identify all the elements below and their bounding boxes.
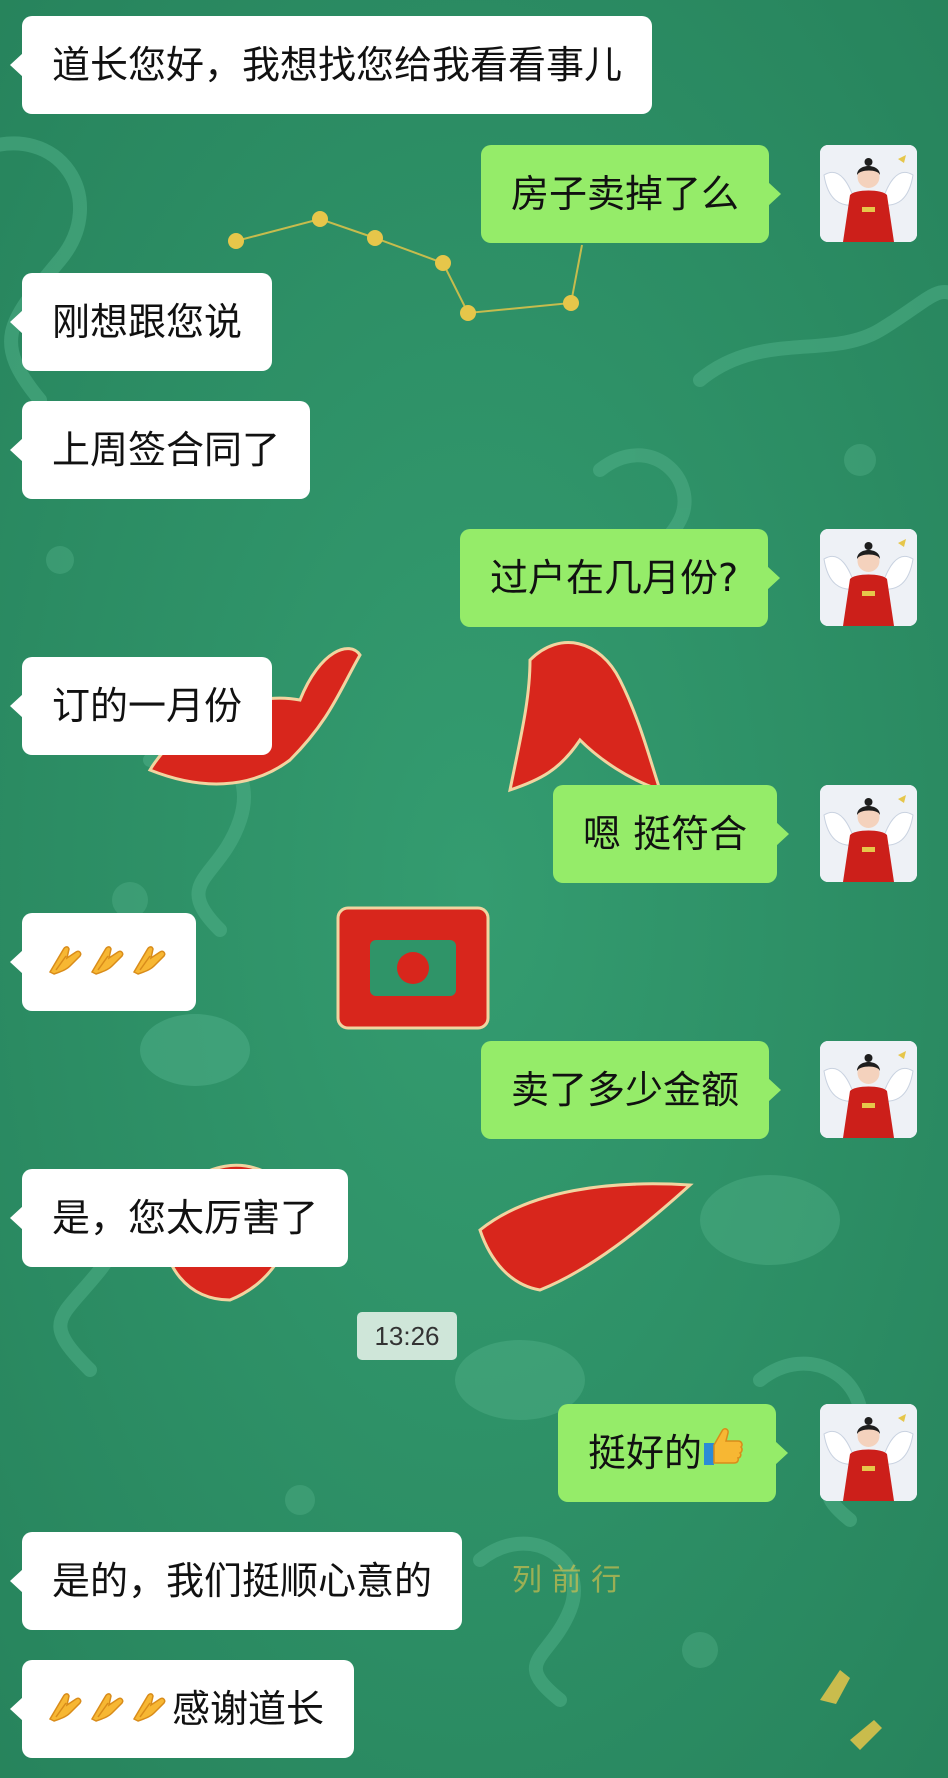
folded-hands-icon (130, 1663, 172, 1761)
message-text: 道长您好，我想找您给我看看事儿 (52, 43, 623, 87)
user-avatar[interactable] (820, 785, 917, 882)
folded-hands-icon (88, 1663, 130, 1761)
message-text: 上周签合同了 (52, 428, 281, 472)
message-text: 是的，我们挺顺心意的 (52, 1559, 433, 1603)
message-text: 订的一月份 (52, 684, 243, 728)
user-avatar[interactable] (820, 529, 917, 626)
folded-hands-icon (46, 1663, 88, 1761)
folded-hands-icon (130, 916, 172, 1014)
user-avatar[interactable] (820, 1404, 917, 1501)
outgoing-message[interactable]: 房子卖掉了么 (481, 145, 782, 243)
outgoing-message[interactable]: 挺好的 (558, 1404, 789, 1505)
message-text: 是，您太厉害了 (52, 1196, 319, 1240)
message-text: 挺好的 (588, 1431, 703, 1475)
incoming-message[interactable] (10, 913, 196, 1014)
message-text: 卖了多少金额 (511, 1068, 740, 1112)
outgoing-message[interactable]: 嗯 挺符合 (553, 785, 790, 883)
incoming-message[interactable]: 刚想跟您说 (9, 273, 273, 371)
wallpaper-caption: 列 前 行 (512, 1563, 621, 1598)
message-text: 感谢道长 (172, 1687, 325, 1731)
outgoing-message[interactable]: 过户在几月份? (460, 529, 781, 627)
user-avatar[interactable] (820, 145, 917, 242)
folded-hands-icon (46, 916, 88, 1014)
message-text: 嗯 挺符合 (583, 812, 748, 856)
message-timestamp: 13:26 (357, 1312, 457, 1360)
user-avatar[interactable] (820, 1041, 917, 1138)
incoming-message[interactable]: 感谢道长 (9, 1660, 355, 1761)
incoming-message[interactable]: 道长您好，我想找您给我看看事儿 (9, 16, 653, 114)
chat-wallpaper: 列 前 行 (0, 0, 948, 1778)
message-text: 房子卖掉了么 (511, 172, 740, 216)
message-text: 过户在几月份? (490, 556, 739, 600)
incoming-message[interactable]: 是，您太厉害了 (9, 1169, 349, 1267)
incoming-message[interactable]: 上周签合同了 (9, 401, 311, 499)
incoming-message[interactable]: 是的，我们挺顺心意的 (9, 1532, 463, 1630)
outgoing-message[interactable]: 卖了多少金额 (481, 1041, 782, 1139)
folded-hands-icon (88, 916, 130, 1014)
message-text: 刚想跟您说 (52, 300, 243, 344)
incoming-message[interactable]: 订的一月份 (9, 657, 273, 755)
thumbs-up-icon (702, 1407, 746, 1505)
